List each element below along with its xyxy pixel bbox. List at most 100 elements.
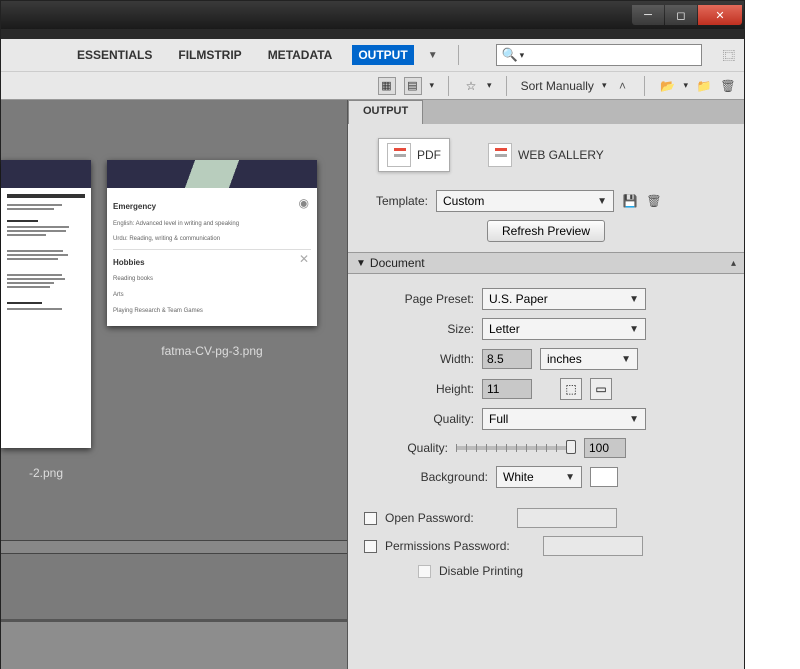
horizontal-scrollbar[interactable] <box>1 540 347 554</box>
size-value: Letter <box>489 322 520 336</box>
filmstrip-area <box>1 619 347 669</box>
view-thumb-icon[interactable]: ▤ <box>404 77 422 95</box>
output-format-webgallery[interactable]: WEB GALLERY <box>480 139 612 171</box>
scroll-up-icon[interactable]: ▴ <box>731 258 736 269</box>
page-preset-value: U.S. Paper <box>489 292 548 306</box>
open-password-label: Open Password: <box>385 511 509 525</box>
workspace-tab-output[interactable]: OUTPUT <box>352 45 413 65</box>
template-value: Custom <box>443 194 484 208</box>
divider <box>448 76 449 96</box>
thumbnail-filename: fatma-CV-pg-3.png <box>107 344 317 358</box>
sort-direction-icon[interactable]: ˄ <box>614 78 630 94</box>
trash-icon[interactable]: 🗑 <box>720 78 736 94</box>
window-maximize-button[interactable]: ◻ <box>665 5 697 25</box>
globe-icon: ◉ <box>299 196 309 212</box>
panel-tab-output[interactable]: OUTPUT <box>348 100 423 124</box>
save-template-icon[interactable]: 💾 <box>622 193 638 209</box>
app-window: ─ ◻ ✕ ESSENTIALS FILMSTRIP METADATA OUTP… <box>0 0 745 669</box>
view-grid-icon[interactable]: ▦ <box>378 77 396 95</box>
open-dropdown-icon[interactable]: ▾ <box>683 80 688 91</box>
output-format-pdf[interactable]: PDF <box>378 138 450 172</box>
chevron-down-icon: ▼ <box>621 354 631 365</box>
height-input[interactable] <box>482 379 532 399</box>
background-select[interactable]: White ▼ <box>496 466 582 488</box>
divider <box>506 76 507 96</box>
star-rating-icon[interactable]: ☆ <box>463 78 479 94</box>
thumbnail-filename: -2.png <box>1 466 91 480</box>
quality-slider-label: Quality: <box>364 441 448 455</box>
application-bar: ESSENTIALS FILMSTRIP METADATA OUTPUT ▼ 🔍… <box>1 39 744 100</box>
compact-mode-icon[interactable]: ⿴ <box>722 47 736 63</box>
workspace-tab-metadata[interactable]: METADATA <box>262 45 339 65</box>
open-password-input[interactable] <box>517 508 617 528</box>
work-area: -2.png ◉ Emergency English: Advanced lev… <box>1 100 744 669</box>
open-password-checkbox[interactable] <box>364 512 377 525</box>
size-label: Size: <box>364 322 474 336</box>
background-value: White <box>503 470 534 484</box>
quality-preset-select[interactable]: Full ▼ <box>482 408 646 430</box>
workspace-row: ESSENTIALS FILMSTRIP METADATA OUTPUT ▼ 🔍… <box>1 39 744 71</box>
quality-number-input[interactable] <box>584 438 626 458</box>
window-close-button[interactable]: ✕ <box>698 5 742 25</box>
chrome-gap <box>1 29 744 39</box>
output-format-row: PDF WEB GALLERY <box>348 124 744 186</box>
disable-printing-checkbox <box>418 565 431 578</box>
document-section-title: Document <box>370 256 425 270</box>
template-label: Template: <box>364 194 428 208</box>
background-color-swatch[interactable] <box>590 467 618 487</box>
quality-preset-label: Quality: <box>364 412 474 426</box>
window-titlebar: ─ ◻ ✕ <box>1 1 744 29</box>
width-input[interactable] <box>482 349 532 369</box>
thumbnail-item[interactable]: ◉ Emergency English: Advanced level in w… <box>107 160 317 480</box>
open-recent-icon[interactable]: 📂 <box>659 78 675 94</box>
width-unit-select[interactable]: inches ▼ <box>540 348 638 370</box>
web-gallery-icon <box>488 143 512 167</box>
size-select[interactable]: Letter ▼ <box>482 318 646 340</box>
triangle-down-icon: ▼ <box>356 258 366 269</box>
delete-template-icon[interactable]: 🗑 <box>646 193 662 209</box>
view-dropdown-icon[interactable]: ▾ <box>430 80 435 91</box>
search-input[interactable] <box>524 48 697 62</box>
sort-menu[interactable]: Sort Manually <box>521 79 594 93</box>
chevron-down-icon: ▼ <box>629 294 639 305</box>
divider <box>458 45 459 65</box>
chevron-down-icon: ▼ <box>629 324 639 335</box>
sort-dropdown-icon[interactable]: ▾ <box>602 80 607 91</box>
refresh-preview-button[interactable]: Refresh Preview <box>487 220 605 242</box>
permissions-password-checkbox[interactable] <box>364 540 377 553</box>
quality-slider[interactable] <box>456 446 576 450</box>
new-folder-icon[interactable]: 📁 <box>696 78 712 94</box>
toolbar-row: ▦ ▤ ▾ ☆ ▾ Sort Manually ▾ ˄ 📂 ▾ 📁 🗑 <box>1 71 744 99</box>
chevron-down-icon: ▼ <box>629 414 639 425</box>
web-gallery-label: WEB GALLERY <box>518 148 604 162</box>
search-field[interactable]: 🔍 ▾ <box>496 44 701 66</box>
chevron-down-icon: ▼ <box>597 196 607 207</box>
pdf-icon <box>387 143 411 167</box>
window-minimize-button[interactable]: ─ <box>632 5 664 25</box>
permissions-password-label: Permissions Password: <box>385 539 535 553</box>
page-preset-label: Page Preset: <box>364 292 474 306</box>
content-pane: -2.png ◉ Emergency English: Advanced lev… <box>1 100 347 669</box>
permissions-password-input[interactable] <box>543 536 643 556</box>
star-dropdown-icon[interactable]: ▾ <box>487 80 492 91</box>
background-label: Background: <box>364 470 488 484</box>
width-label: Width: <box>364 352 474 366</box>
document-section-header[interactable]: ▼ Document ▴ <box>348 252 744 274</box>
height-label: Height: <box>364 382 474 396</box>
disable-printing-label: Disable Printing <box>439 564 523 578</box>
chevron-down-icon: ▼ <box>565 472 575 483</box>
search-icon: 🔍 <box>501 47 517 63</box>
template-select[interactable]: Custom ▼ <box>436 190 614 212</box>
orientation-portrait-icon[interactable]: ⬚ <box>560 378 582 400</box>
workspace-tab-essentials[interactable]: ESSENTIALS <box>71 45 158 65</box>
pdf-label: PDF <box>417 148 441 162</box>
refresh-row: Refresh Preview <box>348 216 744 252</box>
width-unit-value: inches <box>547 352 582 366</box>
page-preset-select[interactable]: U.S. Paper ▼ <box>482 288 646 310</box>
workspace-menu-dropdown-icon[interactable]: ▼ <box>428 50 438 61</box>
orientation-landscape-icon[interactable]: ▭ <box>590 378 612 400</box>
workspace-tab-filmstrip[interactable]: FILMSTRIP <box>172 45 247 65</box>
thumbnail-item[interactable]: -2.png <box>1 160 91 480</box>
template-row: Template: Custom ▼ 💾 🗑 <box>348 186 744 216</box>
output-panel: OUTPUT PDF WEB GALLERY Template: Custom … <box>347 100 744 669</box>
